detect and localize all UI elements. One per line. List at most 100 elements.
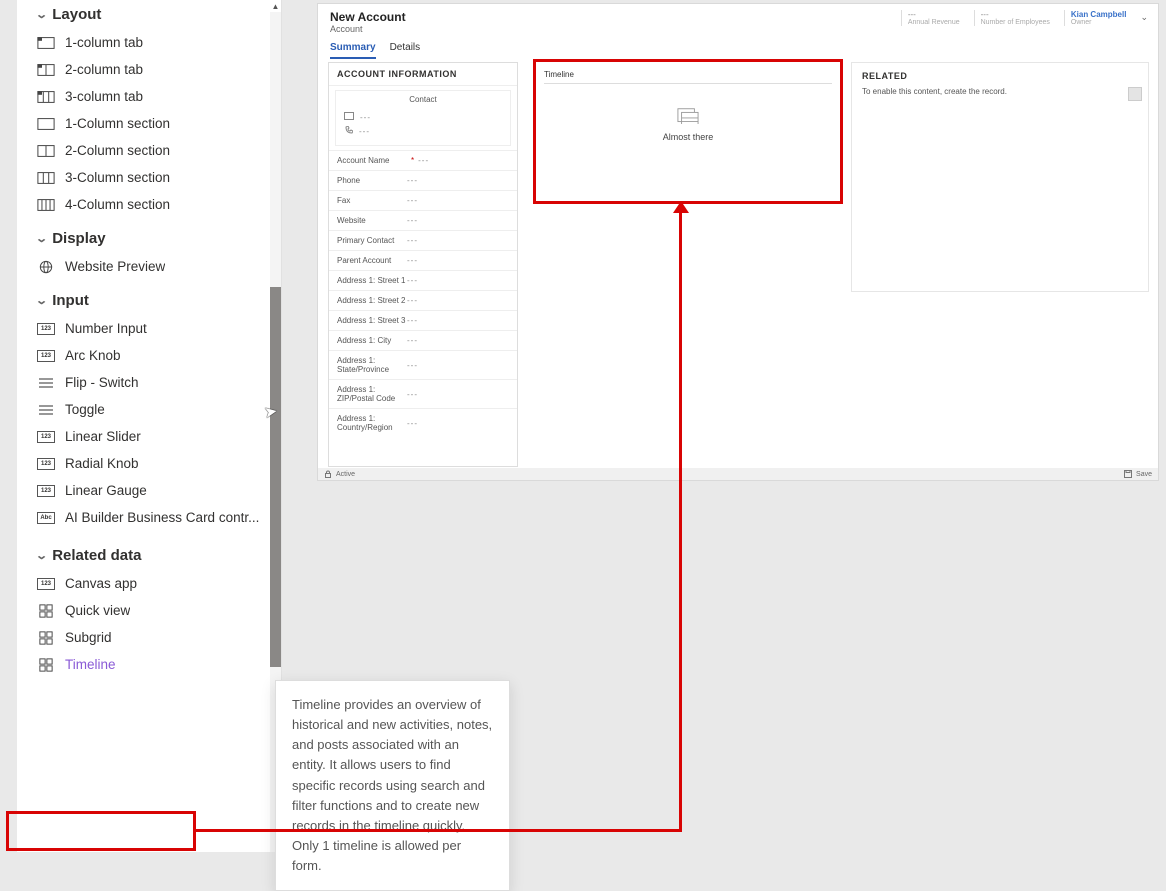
chevron-down-icon: ⌄ <box>35 232 48 245</box>
account-field[interactable]: Parent Account--- <box>329 250 517 270</box>
account-field[interactable]: Account Name*--- <box>329 150 517 170</box>
display-website-preview[interactable]: Website Preview <box>17 253 281 280</box>
account-field[interactable]: Website--- <box>329 210 517 230</box>
related-quick-view[interactable]: Quick view <box>17 597 281 624</box>
field-value: --- <box>407 361 418 370</box>
input-linear-gauge[interactable]: 123 Linear Gauge <box>17 477 281 504</box>
layout-4col-section[interactable]: 4-Column section <box>17 191 281 218</box>
field-label: Website <box>337 216 407 225</box>
annotation-arrow-horizontal <box>195 829 682 832</box>
account-info-heading: ACCOUNT INFORMATION <box>329 63 517 86</box>
field-value: --- <box>407 216 418 225</box>
timeline-tooltip: Timeline provides an overview of histori… <box>275 680 510 891</box>
account-field[interactable]: Address 1: Street 1--- <box>329 270 517 290</box>
scroll-thumb[interactable] <box>270 287 281 667</box>
field-label: Address 1: Street 3 <box>337 316 407 325</box>
field-label: Address 1: Street 1 <box>337 276 407 285</box>
layout-3col-section[interactable]: 3-Column section <box>17 164 281 191</box>
account-field[interactable]: Address 1: Country/Region--- <box>329 408 517 437</box>
field-value: --- <box>407 390 418 399</box>
section-input-header[interactable]: ⌄ Input <box>17 286 281 315</box>
field-value: --- <box>407 176 418 185</box>
layout-1col-tab[interactable]: 1-column tab <box>17 29 281 56</box>
layout-2col-section[interactable]: 2-Column section <box>17 137 281 164</box>
timeline-section[interactable]: Timeline Almost there <box>533 59 843 204</box>
account-field[interactable]: Address 1: City--- <box>329 330 517 350</box>
input-number[interactable]: 123 Number Input <box>17 315 281 342</box>
field-value: --- <box>407 336 418 345</box>
header-field-num-employees[interactable]: --- Number of Employees <box>974 10 1056 26</box>
timeline-tooltip-text: Timeline provides an overview of histori… <box>292 697 492 873</box>
chevron-down-icon: ⌄ <box>35 549 48 562</box>
layout-3col-tab[interactable]: 3-column tab <box>17 83 281 110</box>
form-header: New Account Account --- Annual Revenue -… <box>318 4 1158 34</box>
related-message: To enable this content, create the recor… <box>862 87 1138 96</box>
section-related-title: Related data <box>52 547 141 564</box>
account-field[interactable]: Address 1: State/Province--- <box>329 350 517 379</box>
section3-icon <box>37 171 55 185</box>
field-label: Fax <box>337 196 407 205</box>
required-icon: * <box>411 156 414 165</box>
field-label: Parent Account <box>337 256 407 265</box>
section-display-title: Display <box>52 230 105 247</box>
header-summary-fields: --- Annual Revenue --- Number of Employe… <box>901 10 1148 26</box>
account-field[interactable]: Phone--- <box>329 170 517 190</box>
account-field[interactable]: Address 1: Street 3--- <box>329 310 517 330</box>
scroll-up-icon[interactable]: ▲ <box>270 0 281 12</box>
list-icon <box>37 403 55 417</box>
field-label: Address 1: ZIP/Postal Code <box>337 385 407 403</box>
related-timeline[interactable]: Timeline <box>17 651 281 678</box>
contact-card[interactable]: Contact --- --- <box>335 90 511 146</box>
globe-icon <box>37 260 55 274</box>
timeline-message: Almost there <box>663 132 714 142</box>
contact-card-title: Contact <box>344 95 502 104</box>
related-menu-button[interactable] <box>1128 87 1142 101</box>
subgrid-icon <box>37 631 55 645</box>
related-section[interactable]: RELATED To enable this content, create t… <box>851 62 1149 292</box>
related-subgrid[interactable]: Subgrid <box>17 624 281 651</box>
phone-icon <box>344 126 353 137</box>
input-ai-builder-business-card[interactable]: Abc AI Builder Business Card contr... <box>17 504 281 531</box>
account-field[interactable]: Address 1: ZIP/Postal Code--- <box>329 379 517 408</box>
components-panel: ⌄ Layout 1-column tab 2-column tab 3-col… <box>17 0 282 852</box>
account-field[interactable]: Primary Contact--- <box>329 230 517 250</box>
header-field-owner[interactable]: Kian Campbell Owner <box>1064 10 1133 26</box>
number-icon: 123 <box>37 457 55 471</box>
field-label: Account Name <box>337 156 407 165</box>
header-field-annual-revenue[interactable]: --- Annual Revenue <box>901 10 966 26</box>
contact-business-card: --- <box>344 112 502 122</box>
chevron-down-icon[interactable]: ⌄ <box>1140 10 1148 23</box>
status-right[interactable]: Save <box>1136 471 1152 478</box>
input-toggle[interactable]: Toggle <box>17 396 281 423</box>
number-icon: 123 <box>37 577 55 591</box>
tab3-icon <box>37 90 55 104</box>
field-label: Address 1: State/Province <box>337 356 407 374</box>
timeline-placeholder: Almost there <box>544 106 832 142</box>
number-icon: 123 <box>37 484 55 498</box>
list-icon <box>37 376 55 390</box>
input-linear-slider[interactable]: 123 Linear Slider <box>17 423 281 450</box>
account-field[interactable]: Fax--- <box>329 190 517 210</box>
account-info-column[interactable]: ACCOUNT INFORMATION Contact --- --- Acco… <box>328 62 518 467</box>
section-related-header[interactable]: ⌄ Related data <box>17 541 281 570</box>
section2-icon <box>37 144 55 158</box>
form-status-bar: Active Save <box>318 468 1158 480</box>
input-arc-knob[interactable]: 123 Arc Knob <box>17 342 281 369</box>
layout-2col-tab[interactable]: 2-column tab <box>17 56 281 83</box>
subgrid-icon <box>37 658 55 672</box>
lock-icon <box>324 470 332 478</box>
section-display-header[interactable]: ⌄ Display <box>17 224 281 253</box>
contact-phone: --- <box>344 126 502 137</box>
number-icon: 123 <box>37 430 55 444</box>
section-layout-header[interactable]: ⌄ Layout <box>17 0 281 29</box>
related-canvas-app[interactable]: 123 Canvas app <box>17 570 281 597</box>
account-field[interactable]: Address 1: Street 2--- <box>329 290 517 310</box>
field-label: Address 1: Street 2 <box>337 296 407 305</box>
input-radial-knob[interactable]: 123 Radial Knob <box>17 450 281 477</box>
layout-1col-section[interactable]: 1-Column section <box>17 110 281 137</box>
form-preview-canvas: New Account Account --- Annual Revenue -… <box>317 3 1159 481</box>
status-left: Active <box>336 471 355 478</box>
field-value: --- <box>407 196 418 205</box>
tab1-icon <box>37 36 55 50</box>
input-flip-switch[interactable]: Flip - Switch <box>17 369 281 396</box>
